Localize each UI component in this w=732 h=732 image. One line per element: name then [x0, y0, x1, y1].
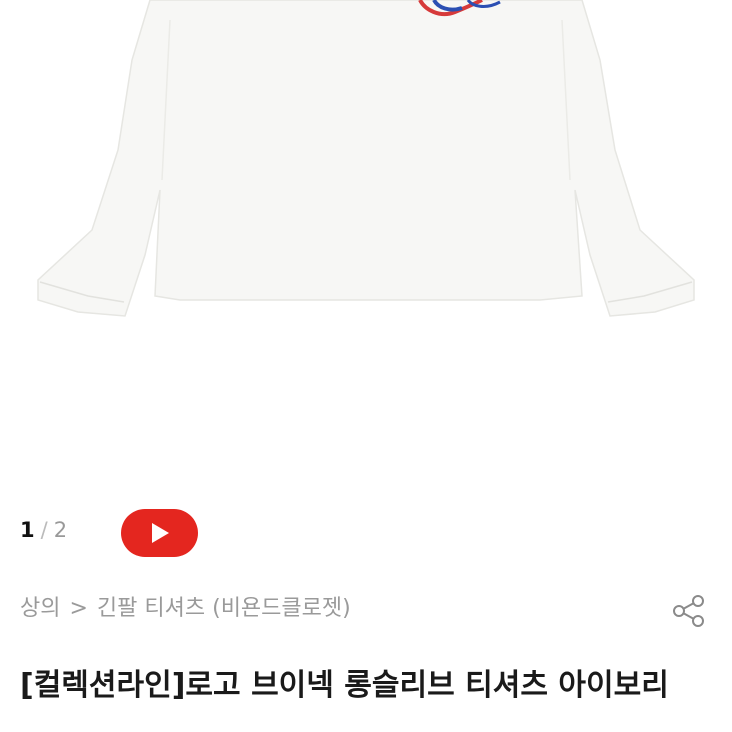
product-image[interactable]	[0, 0, 732, 480]
tshirt-illustration	[37, 0, 695, 317]
play-video-button[interactable]	[121, 509, 198, 557]
breadcrumb-category[interactable]: 상의	[20, 596, 60, 621]
share-icon	[673, 595, 704, 627]
pager-separator: /	[40, 518, 48, 542]
product-title: [컬렉션라인]로고 브이넥 롱슬리브 티셔츠 아이보리	[20, 668, 669, 703]
play-icon	[152, 523, 169, 543]
pager-total: 2	[53, 518, 68, 542]
pager-current: 1	[20, 518, 35, 542]
breadcrumb-subcategory[interactable]: 긴팔 티셔츠 (비욘드클로젯)	[97, 596, 351, 621]
breadcrumb: 상의 > 긴팔 티셔츠 (비욘드클로젯)	[20, 594, 351, 624]
share-button[interactable]	[670, 592, 708, 630]
gallery-pager: 1/2	[20, 516, 67, 544]
breadcrumb-arrow: >	[69, 596, 88, 621]
